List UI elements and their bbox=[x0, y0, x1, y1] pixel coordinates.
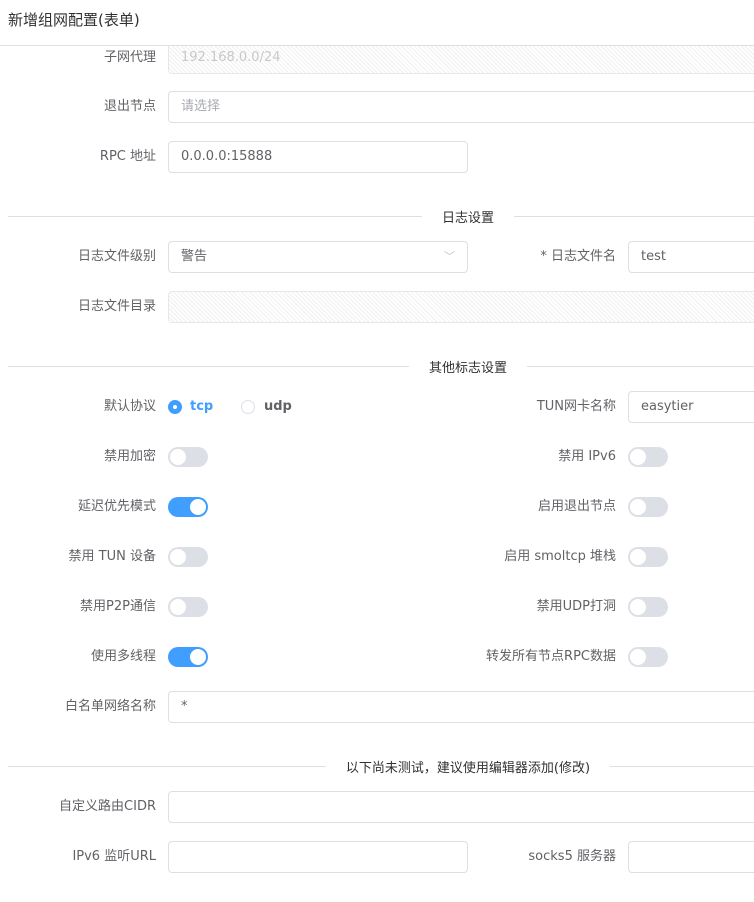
log-section-title: 日志设置 bbox=[421, 207, 515, 226]
tun-name-input[interactable]: easytier bbox=[628, 391, 754, 423]
form-row-log-dir: 日志文件目录 bbox=[0, 291, 754, 323]
form-row-switches: 使用多线程 转发所有节点RPC数据 bbox=[0, 641, 754, 673]
log-filename-input[interactable]: test bbox=[628, 241, 754, 273]
toggle-switch[interactable] bbox=[168, 647, 208, 667]
radio-udp-label[interactable]: udp bbox=[264, 391, 292, 423]
form-row-switches: 延迟优先模式 启用退出节点 bbox=[0, 491, 754, 523]
divider-untested: 以下尚未测试，建议使用编辑器添加(修改) bbox=[8, 757, 754, 776]
switch-label: 禁用 TUN 设备 bbox=[68, 549, 156, 564]
form-row-exit-nodes: 退出节点 请选择 bbox=[0, 91, 754, 123]
toggle-switch[interactable] bbox=[168, 497, 208, 517]
socks5-input[interactable] bbox=[628, 841, 754, 873]
whitelist-label: 白名单网络名称 bbox=[64, 699, 156, 714]
subnet-proxy-input[interactable]: 192.168.0.0/24 bbox=[168, 42, 754, 74]
switch-label: 禁用UDP打洞 bbox=[536, 599, 616, 614]
log-filename-label: * 日志文件名 bbox=[540, 249, 616, 264]
socks5-label: socks5 服务器 bbox=[528, 849, 616, 864]
radio-udp[interactable] bbox=[241, 400, 255, 414]
log-level-label: 日志文件级别 bbox=[77, 249, 156, 264]
toggle-switch[interactable] bbox=[628, 647, 668, 667]
radio-tcp[interactable] bbox=[168, 400, 182, 414]
untested-section-title: 以下尚未测试，建议使用编辑器添加(修改) bbox=[325, 757, 611, 776]
switch-label: 禁用加密 bbox=[103, 449, 156, 464]
switch-label: 禁用 IPv6 bbox=[558, 449, 616, 464]
divider-log: 日志设置 bbox=[8, 207, 754, 226]
log-dir-input[interactable] bbox=[168, 291, 754, 323]
divider-flags: 其他标志设置 bbox=[8, 357, 754, 376]
toggle-switch[interactable] bbox=[628, 547, 668, 567]
form-row-log-level: 日志文件级别 警告 ﹀ * 日志文件名 test bbox=[0, 241, 754, 273]
form-row-ipv6-socks5: IPv6 监听URL socks5 服务器 bbox=[0, 841, 754, 873]
ipv6-url-label: IPv6 监听URL bbox=[72, 849, 156, 864]
subnet-proxy-label: 子网代理 bbox=[103, 50, 156, 65]
form-row-switches: 禁用P2P通信 禁用UDP打洞 bbox=[0, 591, 754, 623]
switch-label: 使用多线程 bbox=[90, 649, 156, 664]
toggle-switch[interactable] bbox=[628, 497, 668, 517]
log-dir-label: 日志文件目录 bbox=[77, 299, 156, 314]
tun-name-label: TUN网卡名称 bbox=[536, 399, 616, 414]
form-row-whitelist: 白名单网络名称 * bbox=[0, 691, 754, 723]
toggle-switch[interactable] bbox=[168, 597, 208, 617]
whitelist-input[interactable]: * bbox=[168, 691, 754, 723]
toggle-switch[interactable] bbox=[168, 547, 208, 567]
protocol-label: 默认协议 bbox=[103, 399, 156, 414]
switch-label: 启用 smoltcp 堆栈 bbox=[504, 549, 616, 564]
exit-nodes-label: 退出节点 bbox=[103, 99, 156, 114]
toggle-switch[interactable] bbox=[168, 447, 208, 467]
rpc-label: RPC 地址 bbox=[99, 149, 156, 164]
switch-label: 启用退出节点 bbox=[537, 499, 616, 514]
exit-nodes-select[interactable]: 请选择 bbox=[168, 91, 754, 123]
switch-label: 延迟优先模式 bbox=[77, 499, 156, 514]
form-row-switches: 禁用 TUN 设备 启用 smoltcp 堆栈 bbox=[0, 541, 754, 573]
dialog-title: 新增组网配置(表单) bbox=[8, 11, 140, 29]
form-row-subnet-proxy: 子网代理 192.168.0.0/24 bbox=[0, 42, 754, 74]
form-row-cidr: 自定义路由CIDR bbox=[0, 791, 754, 823]
switch-label: 禁用P2P通信 bbox=[80, 599, 156, 614]
form-row-rpc: RPC 地址 0.0.0.0:15888 bbox=[0, 141, 754, 173]
switch-label: 转发所有节点RPC数据 bbox=[486, 649, 616, 664]
cidr-input[interactable] bbox=[168, 791, 754, 823]
cidr-label: 自定义路由CIDR bbox=[59, 799, 156, 814]
form-row-protocol: 默认协议 tcp udp TUN网卡名称 easytier bbox=[0, 391, 754, 423]
flags-section-title: 其他标志设置 bbox=[408, 357, 528, 376]
form-row-switches: 禁用加密 禁用 IPv6 bbox=[0, 441, 754, 473]
toggle-switch[interactable] bbox=[628, 597, 668, 617]
toggle-switch[interactable] bbox=[628, 447, 668, 467]
rpc-input[interactable]: 0.0.0.0:15888 bbox=[168, 141, 468, 173]
dialog-header: 新增组网配置(表单) bbox=[0, 0, 754, 46]
radio-tcp-label[interactable]: tcp bbox=[190, 391, 213, 423]
